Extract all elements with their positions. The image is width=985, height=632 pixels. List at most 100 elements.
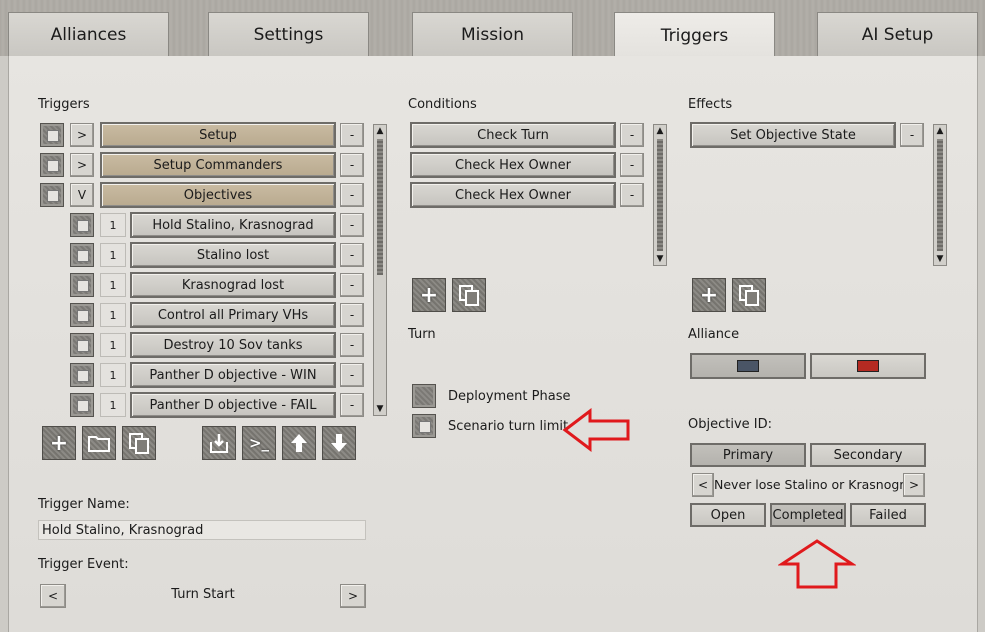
expand-toggle[interactable]: >: [70, 123, 94, 147]
trigger-count: 1: [100, 333, 126, 357]
remove-button[interactable]: -: [340, 393, 364, 417]
import-icon[interactable]: [202, 426, 236, 460]
trigger-row[interactable]: Control all Primary VHs: [130, 302, 336, 328]
objective-prev-button[interactable]: <: [692, 473, 714, 497]
primary-button[interactable]: Primary: [690, 443, 806, 467]
annotation-arrow-up: [778, 539, 856, 589]
trigger-checkbox[interactable]: [70, 393, 94, 417]
trigger-count: 1: [100, 393, 126, 417]
scroll-thumb[interactable]: [937, 139, 943, 251]
scroll-thumb[interactable]: [377, 139, 383, 275]
trigger-count: 1: [100, 273, 126, 297]
trigger-checkbox[interactable]: [70, 243, 94, 267]
trigger-checkbox[interactable]: [70, 363, 94, 387]
trigger-checkbox[interactable]: [70, 303, 94, 327]
alliance-color-swatch: [737, 360, 759, 372]
remove-button[interactable]: -: [340, 213, 364, 237]
remove-button[interactable]: -: [340, 243, 364, 267]
deployment-phase-checkbox[interactable]: [412, 384, 436, 408]
trigger-name-field[interactable]: Hold Stalino, Krasnograd: [38, 520, 366, 540]
effects-scrollbar[interactable]: ▲ ▼: [933, 124, 947, 266]
condition-row[interactable]: Check Hex Owner: [410, 152, 616, 178]
remove-button[interactable]: -: [340, 273, 364, 297]
scroll-down-icon[interactable]: ▼: [654, 253, 666, 265]
state-failed-button[interactable]: Failed: [850, 503, 926, 527]
objective-value: Never lose Stalino or Krasnograd: [714, 477, 904, 492]
remove-button[interactable]: -: [340, 183, 364, 207]
trigger-row[interactable]: Panther D objective - FAIL: [130, 392, 336, 418]
trigger-event-label: Trigger Event:: [38, 557, 129, 572]
scroll-thumb[interactable]: [657, 139, 663, 251]
tab-triggers[interactable]: Triggers: [614, 12, 775, 58]
remove-button[interactable]: -: [900, 123, 924, 147]
trigger-count: 1: [100, 363, 126, 387]
remove-button[interactable]: -: [340, 333, 364, 357]
remove-button[interactable]: -: [340, 153, 364, 177]
folder-icon[interactable]: [82, 426, 116, 460]
trigger-row[interactable]: Panther D objective - WIN: [130, 362, 336, 388]
trigger-event-value: Turn Start: [171, 587, 235, 602]
trigger-row[interactable]: Objectives: [100, 182, 336, 208]
state-open-button[interactable]: Open: [690, 503, 766, 527]
trigger-row[interactable]: Hold Stalino, Krasnograd: [130, 212, 336, 238]
scroll-up-icon[interactable]: ▲: [654, 125, 666, 137]
objective-next-button[interactable]: >: [903, 473, 925, 497]
trigger-checkbox[interactable]: [70, 273, 94, 297]
arrow-up-icon[interactable]: [282, 426, 316, 460]
trigger-checkbox[interactable]: [40, 183, 64, 207]
remove-button[interactable]: -: [340, 303, 364, 327]
plus-icon[interactable]: +: [692, 278, 726, 312]
conditions-scrollbar[interactable]: ▲ ▼: [653, 124, 667, 266]
plus-icon[interactable]: +: [412, 278, 446, 312]
trigger-row[interactable]: Destroy 10 Sov tanks: [130, 332, 336, 358]
effect-row[interactable]: Set Objective State: [690, 122, 896, 148]
effects-header: Effects: [688, 97, 733, 112]
remove-button[interactable]: -: [340, 123, 364, 147]
condition-row[interactable]: Check Hex Owner: [410, 182, 616, 208]
trigger-row[interactable]: Krasnograd lost: [130, 272, 336, 298]
state-completed-button[interactable]: Completed: [770, 503, 846, 527]
remove-button[interactable]: -: [340, 363, 364, 387]
trigger-checkbox[interactable]: [70, 333, 94, 357]
remove-button[interactable]: -: [620, 123, 644, 147]
tab-mission[interactable]: Mission: [412, 12, 573, 56]
plus-icon[interactable]: +: [42, 426, 76, 460]
expand-toggle[interactable]: V: [70, 183, 94, 207]
triggers-scrollbar[interactable]: ▲ ▼: [373, 124, 387, 416]
triggers-header: Triggers: [38, 97, 90, 112]
copy-icon[interactable]: [452, 278, 486, 312]
condition-row[interactable]: Check Turn: [410, 122, 616, 148]
turn-label: Turn: [408, 327, 436, 342]
alliance-color-swatch: [857, 360, 879, 372]
trigger-row[interactable]: Setup: [100, 122, 336, 148]
scenario-turn-limit-label: Scenario turn limit: [448, 419, 569, 434]
event-next-button[interactable]: >: [340, 584, 366, 608]
conditions-header: Conditions: [408, 97, 477, 112]
arrow-down-icon[interactable]: [322, 426, 356, 460]
copy-icon[interactable]: [122, 426, 156, 460]
trigger-row[interactable]: Setup Commanders: [100, 152, 336, 178]
trigger-checkbox[interactable]: [70, 213, 94, 237]
trigger-checkbox[interactable]: [40, 153, 64, 177]
tab-settings[interactable]: Settings: [208, 12, 369, 56]
trigger-row[interactable]: Stalino lost: [130, 242, 336, 268]
alliance-option-2[interactable]: [810, 353, 926, 379]
scroll-up-icon[interactable]: ▲: [374, 125, 386, 137]
annotation-arrow-left: [562, 408, 630, 452]
remove-button[interactable]: -: [620, 153, 644, 177]
alliance-option-1[interactable]: [690, 353, 806, 379]
scenario-turn-limit-checkbox[interactable]: [412, 414, 436, 438]
event-prev-button[interactable]: <: [40, 584, 66, 608]
remove-button[interactable]: -: [620, 183, 644, 207]
expand-toggle[interactable]: >: [70, 153, 94, 177]
scroll-down-icon[interactable]: ▼: [934, 253, 946, 265]
deployment-phase-label: Deployment Phase: [448, 389, 571, 404]
copy-icon[interactable]: [732, 278, 766, 312]
tab-alliances[interactable]: Alliances: [8, 12, 169, 56]
trigger-checkbox[interactable]: [40, 123, 64, 147]
scroll-down-icon[interactable]: ▼: [374, 403, 386, 415]
secondary-button[interactable]: Secondary: [810, 443, 926, 467]
console-icon[interactable]: >_: [242, 426, 276, 460]
scroll-up-icon[interactable]: ▲: [934, 125, 946, 137]
tab-ai-setup[interactable]: AI Setup: [817, 12, 978, 56]
